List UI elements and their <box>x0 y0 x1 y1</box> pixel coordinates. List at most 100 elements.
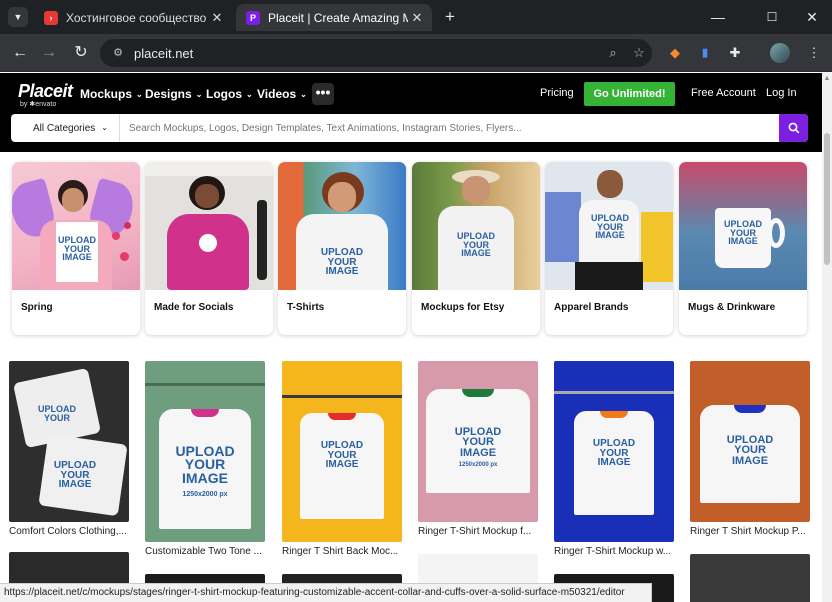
chevron-down-icon: ⌄ <box>195 90 203 99</box>
site-header: Placeit by ✱envato Mockups ⌄ Designs ⌄ Log… <box>0 73 822 152</box>
bookmark-star-icon[interactable]: ☆ <box>626 45 652 61</box>
shield-extension-icon[interactable]: ▮ <box>695 43 715 63</box>
chevron-down-icon: ⌄ <box>300 90 307 99</box>
tab-strip: ▼ › Хостинговое сообщество «Tim ✕ P Plac… <box>0 0 832 34</box>
site-info-icon[interactable]: ⚙ <box>108 45 128 61</box>
close-tab-icon[interactable]: ✕ <box>208 10 226 26</box>
category-label: Spring <box>21 302 53 313</box>
extensions-puzzle-icon[interactable]: ✚ <box>725 43 745 63</box>
maximize-icon[interactable]: ☐ <box>762 8 782 26</box>
mockup-caption[interactable]: Ringer T Shirt Back Moc... <box>282 546 404 557</box>
chevron-down-icon: ⌄ <box>136 90 143 99</box>
nav-label: Videos <box>257 87 297 101</box>
reload-icon[interactable]: ↻ <box>70 43 92 63</box>
mockup-caption[interactable]: Ringer T Shirt Mockup P... <box>690 526 812 537</box>
chevron-down-icon: ⌄ <box>246 90 253 99</box>
mockup-tile[interactable]: UPLOAD YOUR IMAGE <box>554 361 674 542</box>
forward-icon[interactable]: → <box>38 43 60 63</box>
tab-hosting[interactable]: › Хостинговое сообщество «Tim ✕ <box>34 4 232 31</box>
upload-placeholder: UPLOAD YOUR IMAGE <box>592 438 636 468</box>
upload-placeholder: UPLOAD YOUR IMAGE <box>591 213 629 241</box>
category-card-etsy[interactable]: UPLOAD YOUR IMAGE Mockups for Etsy <box>412 162 540 335</box>
menu-dots-icon[interactable]: ⋮ <box>804 43 824 63</box>
scrollbar-thumb[interactable] <box>824 133 830 265</box>
nav-label: Designs <box>145 87 192 101</box>
profile-avatar-icon[interactable] <box>770 43 790 63</box>
category-card-tshirts[interactable]: UPLOAD YOUR IMAGE T-Shirts <box>278 162 406 335</box>
nav-videos[interactable]: Videos ⌄ <box>257 85 307 103</box>
mockup-tile[interactable]: UPLOAD YOUR IMAGE 1250x2000 px <box>145 361 265 542</box>
mockup-caption[interactable]: Ringer T-Shirt Mockup f... <box>418 526 540 537</box>
pricing-link[interactable]: Pricing <box>540 87 574 99</box>
search-bar: All Categories ⌄ <box>11 114 808 142</box>
category-label: Mugs & Drinkware <box>688 302 776 313</box>
mockup-tile[interactable]: UPLOAD YOUR IMAGE <box>282 361 402 542</box>
nav-mockups[interactable]: Mockups ⌄ <box>80 85 143 103</box>
mockup-caption[interactable]: Ringer T-Shirt Mockup w... <box>554 546 676 557</box>
more-menu-button[interactable]: ••• <box>312 83 334 105</box>
category-image: UPLOAD YOUR IMAGE <box>545 162 673 290</box>
upload-placeholder: UPLOAD YOUR IMAGE <box>726 434 774 467</box>
mockup-caption[interactable]: Customizable Two Tone ... <box>145 546 267 557</box>
logo-sub-text: by ✱envato <box>20 101 57 108</box>
tab-placeit[interactable]: P Placeit | Create Amazing Mockup ✕ <box>236 4 432 31</box>
nav-label: Mockups <box>80 87 133 101</box>
mockup-tile[interactable]: UPLOAD YOUR IMAGE <box>690 361 810 522</box>
mockup-caption[interactable]: Comfort Colors Clothing,... <box>9 526 131 537</box>
back-icon[interactable]: ← <box>9 43 31 63</box>
page-content: UPLOAD YOUR IMAGE Spring Made for Socials <box>0 152 822 602</box>
upload-placeholder: UPLOAD YOUR <box>38 404 76 423</box>
category-image: UPLOAD YOUR IMAGE <box>412 162 540 290</box>
category-select[interactable]: All Categories ⌄ <box>11 114 120 142</box>
page-scrollbar[interactable]: ▲ <box>822 73 832 602</box>
category-card-socials[interactable]: Made for Socials <box>145 162 273 335</box>
hosting-favicon-icon: › <box>44 10 58 25</box>
placeit-favicon-icon: P <box>246 10 260 25</box>
nav-label: Logos <box>206 87 242 101</box>
category-label: T-Shirts <box>287 302 325 313</box>
category-card-mugs[interactable]: UPLOAD YOUR IMAGE Mugs & Drinkware <box>679 162 807 335</box>
close-tab-icon[interactable]: ✕ <box>408 10 426 26</box>
mockup-tile[interactable] <box>690 554 810 602</box>
chevron-down-icon: ⌄ <box>101 123 108 132</box>
upload-placeholder: UPLOAD YOUR IMAGE <box>56 222 98 282</box>
search-input[interactable] <box>129 114 779 142</box>
browser-window: ▼ › Хостинговое сообщество «Tim ✕ P Plac… <box>0 0 832 602</box>
new-tab-plus-icon[interactable]: + <box>440 8 460 26</box>
category-image: UPLOAD YOUR IMAGE <box>12 162 140 290</box>
close-window-icon[interactable]: ✕ <box>802 8 822 26</box>
category-select-label: All Categories <box>33 123 96 134</box>
go-unlimited-button[interactable]: Go Unlimited! <box>584 82 675 106</box>
upload-placeholder: UPLOAD YOUR IMAGE <box>320 440 364 470</box>
upload-placeholder: UPLOAD YOUR IMAGE 1250x2000 px <box>454 426 502 469</box>
url-text[interactable]: placeit.net <box>134 46 600 61</box>
login-link[interactable]: Log In <box>766 87 797 99</box>
category-label: Apparel Brands <box>554 302 629 313</box>
search-button[interactable] <box>779 114 808 142</box>
mockup-tile[interactable]: UPLOAD YOUR IMAGE 1250x2000 px <box>418 361 538 522</box>
upload-placeholder: UPLOAD YOUR IMAGE <box>457 231 495 259</box>
upload-placeholder: UPLOAD YOUR IMAGE 1250x2000 px <box>175 443 235 498</box>
mockup-tile[interactable]: UPLOAD YOUR UPLOAD YOUR IMAGE <box>9 361 129 522</box>
category-image <box>145 162 273 290</box>
upload-placeholder: UPLOAD YOUR IMAGE <box>320 247 364 277</box>
status-bar-url: https://placeit.net/c/mockups/stages/rin… <box>0 583 652 602</box>
category-image: UPLOAD YOUR IMAGE <box>679 162 807 290</box>
nav-designs[interactable]: Designs ⌄ <box>145 85 202 103</box>
upload-placeholder: UPLOAD YOUR IMAGE <box>724 219 762 247</box>
scroll-up-icon[interactable]: ▲ <box>823 75 831 83</box>
free-account-link[interactable]: Free Account <box>691 87 756 99</box>
zoom-icon[interactable]: ⌕ <box>600 45 626 61</box>
metamask-extension-icon[interactable]: ◆ <box>665 43 685 63</box>
nav-logos[interactable]: Logos ⌄ <box>206 85 253 103</box>
address-bar[interactable]: ⚙ placeit.net ⌕ ☆ <box>100 39 652 67</box>
category-label: Made for Socials <box>154 302 234 313</box>
tab-search-icon[interactable]: ▼ <box>8 7 28 27</box>
placeit-logo[interactable]: Placeit by ✱envato <box>18 81 73 108</box>
search-icon <box>788 122 799 134</box>
minimize-icon[interactable]: — <box>708 8 728 26</box>
tab-title: Placeit | Create Amazing Mockup <box>268 10 408 25</box>
category-card-spring[interactable]: UPLOAD YOUR IMAGE Spring <box>12 162 140 335</box>
category-card-apparel[interactable]: UPLOAD YOUR IMAGE Apparel Brands <box>545 162 673 335</box>
category-image: UPLOAD YOUR IMAGE <box>278 162 406 290</box>
